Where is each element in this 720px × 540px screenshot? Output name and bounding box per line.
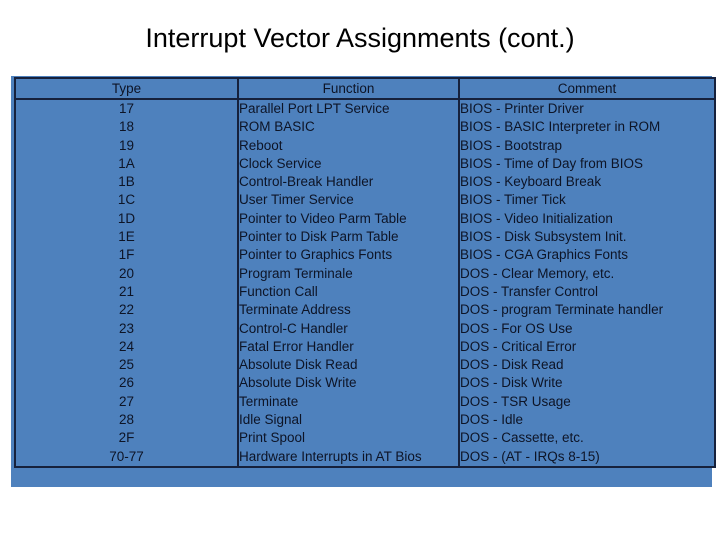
table-row: 24 Fatal Error Handler DOS - Critical Erro…	[15, 337, 715, 357]
table-row: 19 Reboot BIOS - Bootstrap	[15, 136, 715, 155]
cell-type: 22	[118, 302, 135, 318]
cell-type: 70-77	[109, 448, 144, 464]
cell-comment: DOS - For OS Use	[458, 319, 715, 338]
cell-function: Parallel Port LPT Service	[237, 99, 459, 119]
cell-function: Absolute Disk Write	[237, 374, 459, 393]
cell-function: ROM BASIC	[237, 118, 459, 137]
cell-function: Control-C Handler	[237, 319, 459, 338]
table-row: 17 Parallel Port LPT Service BIOS - Printe…	[15, 99, 715, 119]
table-row: 1C User Timer Service BIOS - Timer Tick	[15, 191, 715, 210]
table-row: 2F Print Spool DOS - Cassette, etc.	[15, 429, 715, 448]
cell-function: Terminate	[237, 392, 459, 412]
table-row: 27 Terminate DOS - TSR Usage	[15, 392, 715, 412]
cell-type: 26	[118, 375, 135, 391]
table-row: 25 Absolute Disk Read DOS - Disk Read	[15, 356, 715, 375]
table-row: 1F Pointer to Graphics Fonts BIOS - CGA Gr…	[15, 246, 715, 265]
cell-comment: BIOS - BASIC Interpreter in ROM	[458, 118, 715, 137]
cell-function: Pointer to Graphics Fonts	[237, 246, 459, 265]
cell-type: 21	[118, 283, 135, 299]
table-row: 18 ROM BASIC BIOS - BASIC Interpreter in R…	[15, 118, 715, 137]
cell-comment: BIOS - Time of Day from BIOS	[458, 154, 715, 174]
cell-type: 1B	[118, 174, 135, 190]
column-header-type: Type	[15, 78, 238, 100]
cell-type: 1F	[118, 247, 135, 263]
table-row: 1D Pointer to Video Parm Table BIOS - Vide…	[15, 209, 715, 229]
cell-type: 19	[118, 137, 135, 153]
cell-type: 1C	[117, 192, 136, 208]
cell-comment: DOS - Disk Read	[458, 356, 715, 375]
cell-function: Reboot	[237, 136, 459, 155]
cell-comment: BIOS - Disk Subsystem Init.	[458, 228, 715, 247]
table-row: 20 Program Terminale DOS - Clear Memory, e…	[15, 264, 715, 283]
cell-function: Control-Break Handler	[237, 173, 459, 192]
cell-function: Terminate Address	[237, 301, 459, 320]
cell-comment: BIOS - Video Initialization	[458, 209, 715, 229]
cell-type: 25	[118, 357, 135, 373]
cell-comment: DOS - Critical Error	[458, 337, 715, 357]
cell-comment: DOS - TSR Usage	[458, 392, 715, 412]
table-row: 22 Terminate Address DOS - program Termina…	[15, 301, 715, 320]
cell-comment: DOS - Idle	[458, 411, 715, 430]
cell-comment: DOS - Clear Memory, etc.	[458, 264, 715, 283]
cell-comment: BIOS - Bootstrap	[458, 136, 715, 155]
cell-type: 1E	[118, 229, 135, 245]
table-row: 1E Pointer to Disk Parm Table BIOS - Disk …	[15, 228, 715, 247]
cell-type: 1D	[117, 210, 136, 226]
slide: Interrupt Vector Assignments (cont.) Typ…	[0, 0, 720, 540]
cell-type: 28	[118, 412, 135, 428]
table-row: 70-77 Hardware Interrupts in AT Bios DOS -…	[15, 447, 715, 467]
table-row: 1B Control-Break Handler BIOS - Keyboard B…	[15, 173, 715, 192]
cell-comment: DOS - Cassette, etc.	[458, 429, 715, 448]
column-header-function: Function	[237, 78, 459, 100]
table-row: 23 Control-C Handler DOS - For OS Use	[15, 319, 715, 338]
cell-function: Fatal Error Handler	[237, 337, 459, 357]
cell-function: Absolute Disk Read	[237, 356, 459, 375]
cell-comment: DOS - (AT - IRQs 8-15)	[458, 447, 715, 467]
cell-type: 17	[118, 101, 135, 116]
cell-function: Idle Signal	[237, 411, 459, 430]
cell-comment: BIOS - Keyboard Break	[458, 173, 715, 192]
cell-comment: DOS - program Terminate handler	[458, 301, 715, 320]
page-title: Interrupt Vector Assignments (cont.)	[145, 23, 575, 53]
table-header: Type Function Comment	[15, 78, 715, 100]
cell-type: 1A	[118, 155, 135, 171]
table-body: 17 Parallel Port LPT Service BIOS - Printe…	[15, 99, 715, 467]
interrupt-vector-table: Type Function Comment 17 Parallel Port LP…	[14, 77, 716, 468]
cell-comment: BIOS - CGA Graphics Fonts	[458, 246, 715, 265]
table-row: 1A Clock Service BIOS - Time of Day from B…	[15, 154, 715, 174]
cell-comment: BIOS - Printer Driver	[458, 99, 715, 119]
interrupt-vector-table-image: Type Function Comment 17 Parallel Port LP…	[11, 76, 716, 487]
cell-function: Pointer to Video Parm Table	[237, 209, 459, 229]
cell-function: Function Call	[237, 282, 459, 302]
table-row: 21 Function Call DOS - Transfer Control	[15, 282, 715, 302]
cell-type: 2F	[118, 430, 135, 446]
cell-function: Hardware Interrupts in AT Bios	[237, 447, 459, 467]
table-row: 26 Absolute Disk Write DOS - Disk Write	[15, 374, 715, 393]
table-header-row: Type Function Comment	[15, 78, 715, 100]
cell-comment: BIOS - Timer Tick	[458, 191, 715, 210]
cell-function: Clock Service	[237, 154, 459, 174]
cell-type: 27	[118, 393, 135, 409]
table-row: 28 Idle Signal DOS - Idle	[15, 411, 715, 430]
cell-type: 20	[118, 265, 135, 281]
cell-function: Print Spool	[237, 429, 459, 448]
cell-function: Pointer to Disk Parm Table	[237, 228, 459, 247]
cell-comment: DOS - Disk Write	[458, 374, 715, 393]
cell-type: 18	[118, 119, 135, 135]
cell-comment: DOS - Transfer Control	[458, 282, 715, 302]
column-header-comment: Comment	[458, 78, 715, 100]
cell-function: User Timer Service	[237, 191, 459, 210]
cell-type: 23	[118, 320, 135, 336]
cell-type: 24	[118, 338, 135, 354]
cell-function: Program Terminale	[237, 264, 459, 283]
